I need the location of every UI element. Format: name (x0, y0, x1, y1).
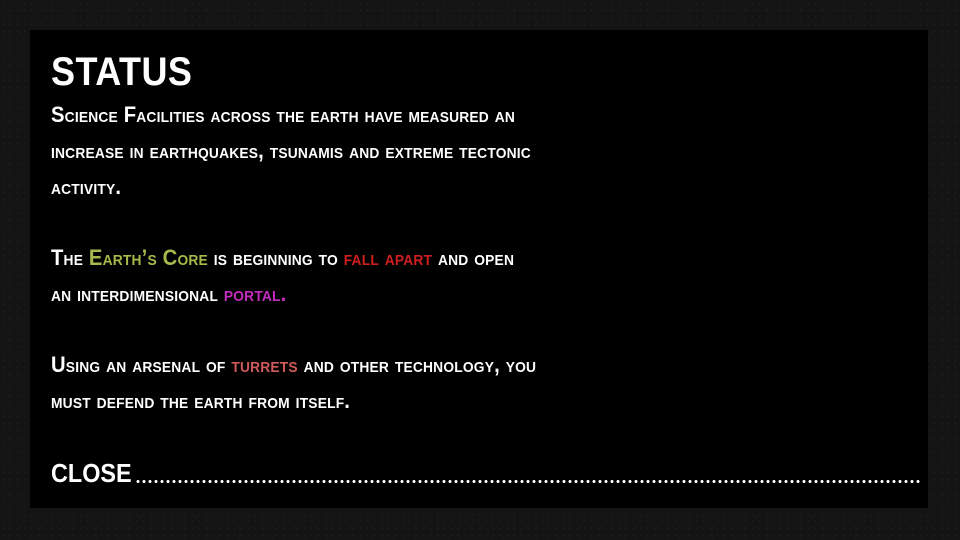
text-segment: and other technology, you (297, 352, 537, 377)
turrets-highlight: turrets (231, 352, 298, 377)
status-paragraph-defend: Using an arsenal of turrets and other te… (51, 347, 536, 419)
text-segment: The (51, 245, 89, 270)
text-line: Science Facilities across the earth have… (51, 102, 516, 127)
status-title: STATUS (51, 50, 193, 94)
dotted-leader (134, 479, 921, 483)
text-line: increase in earthquakes, tsunamis and ex… (51, 138, 531, 163)
text-line: must defend the earth from itself. (51, 388, 351, 413)
text-line: an interdimensional portal. (51, 276, 514, 312)
text-segment: is beginning to (207, 245, 344, 270)
text-segment: and open (432, 245, 515, 270)
status-paragraph-core: The Earth’s Core is beginning to fall ap… (51, 240, 514, 312)
text-segment: Using an arsenal of (51, 352, 232, 377)
text-line: Using an arsenal of turrets and other te… (51, 347, 536, 383)
close-button[interactable]: CLOSE (51, 455, 921, 491)
status-paragraph-science: Science Facilities across the earth have… (51, 97, 531, 205)
portal-highlight: portal. (223, 281, 287, 306)
status-panel: STATUS Science Facilities across the ear… (30, 30, 928, 508)
text-line: activity. (51, 174, 122, 199)
text-segment: an interdimensional (51, 281, 224, 306)
text-line: The Earth’s Core is beginning to fall ap… (51, 240, 514, 276)
earths-core-highlight: Earth’s Core (88, 245, 208, 270)
fall-apart-highlight: fall apart (343, 245, 433, 270)
close-label: CLOSE (51, 458, 132, 488)
game-screen: STATUS Science Facilities across the ear… (0, 0, 960, 540)
